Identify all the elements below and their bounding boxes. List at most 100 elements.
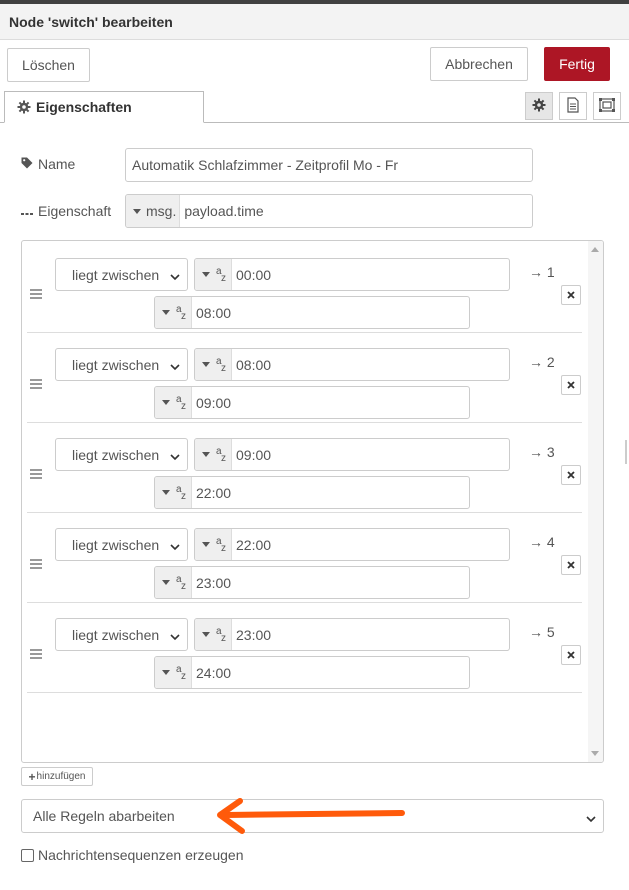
rule-from-input[interactable]: a z 22:00 bbox=[194, 528, 510, 561]
remove-rule-button[interactable] bbox=[561, 645, 581, 665]
rule-row: liegt zwischen a z 08:00 a z 09:00 → 2 bbox=[27, 333, 582, 423]
sequence-checkbox-row[interactable]: Nachrichtensequenzen erzeugen bbox=[21, 847, 243, 863]
tab-properties[interactable]: Eigenschaften bbox=[4, 91, 204, 123]
rule-row: liegt zwischen a z 22:00 a z 23:00 → 4 bbox=[27, 513, 582, 603]
frame-icon bbox=[599, 97, 615, 115]
check-mode-value: Alle Regeln abarbeiten bbox=[33, 808, 175, 824]
name-input[interactable]: Automatik Schlafzimmer - Zeitprofil Mo -… bbox=[125, 148, 533, 182]
rule-to-input[interactable]: a z 24:00 bbox=[154, 656, 470, 689]
rule-operator-select[interactable]: liegt zwischen bbox=[55, 258, 188, 291]
rule-operator-select[interactable]: liegt zwischen bbox=[55, 618, 188, 651]
string-type-icon: az bbox=[176, 573, 186, 592]
close-icon bbox=[567, 651, 575, 659]
rule-to-type-select[interactable]: az bbox=[155, 477, 192, 508]
add-rule-button[interactable]: + hinzufügen bbox=[21, 767, 93, 786]
rule-to-type-select[interactable]: az bbox=[155, 387, 192, 418]
rules-scrollbar[interactable] bbox=[588, 241, 603, 762]
chevron-down-icon bbox=[170, 629, 180, 645]
drag-handle-icon[interactable] bbox=[30, 289, 42, 299]
string-type-icon: az bbox=[176, 663, 186, 682]
scroll-up-icon[interactable] bbox=[591, 247, 599, 252]
rule-output-port: → 2 bbox=[529, 354, 555, 370]
remove-rule-button[interactable] bbox=[561, 465, 581, 485]
string-type-icon: az bbox=[176, 393, 186, 412]
string-type-icon: az bbox=[176, 483, 186, 502]
string-type-icon: az bbox=[176, 303, 186, 322]
ellipsis-icon bbox=[21, 203, 38, 219]
tray-header: Node 'switch' bearbeiten bbox=[0, 4, 629, 40]
caret-down-icon bbox=[202, 362, 210, 367]
string-type-icon: az bbox=[216, 265, 226, 284]
rule-output-port: → 1 bbox=[529, 264, 555, 280]
description-tab-button[interactable] bbox=[559, 92, 587, 120]
drag-handle-icon[interactable] bbox=[30, 649, 42, 659]
chevron-down-icon bbox=[170, 359, 180, 375]
rule-output-port: → 5 bbox=[529, 624, 555, 640]
drag-handle-icon[interactable] bbox=[30, 379, 42, 389]
rule-to-input[interactable]: a z 08:00 bbox=[154, 296, 470, 329]
caret-down-icon bbox=[133, 208, 141, 214]
rule-output-port: → 4 bbox=[529, 534, 555, 550]
rule-to-input[interactable]: a z 22:00 bbox=[154, 476, 470, 509]
rules-list[interactable]: liegt zwischen a z 00:00 a z 08:00 → 1 liegt zwi… bbox=[21, 240, 604, 763]
rule-from-input[interactable]: a z 08:00 bbox=[194, 348, 510, 381]
rule-from-type-select[interactable]: az bbox=[195, 619, 232, 650]
name-input-value: Automatik Schlafzimmer - Zeitprofil Mo -… bbox=[132, 157, 399, 173]
rule-from-type-select[interactable]: az bbox=[195, 259, 232, 290]
gear-icon bbox=[17, 100, 31, 114]
rule-from-input[interactable]: a z 23:00 bbox=[194, 618, 510, 651]
rule-to-type-select[interactable]: az bbox=[155, 567, 192, 598]
caret-down-icon bbox=[202, 542, 210, 547]
chevron-down-icon bbox=[586, 811, 596, 827]
sequence-checkbox[interactable] bbox=[21, 848, 34, 862]
rule-from-type-select[interactable]: az bbox=[195, 349, 232, 380]
close-icon bbox=[567, 381, 575, 389]
cancel-button[interactable]: Abbrechen bbox=[430, 47, 528, 81]
rule-operator-select[interactable]: liegt zwischen bbox=[55, 528, 188, 561]
chevron-down-icon bbox=[170, 539, 180, 555]
gear-icon bbox=[532, 98, 546, 115]
tab-properties-label: Eigenschaften bbox=[36, 99, 132, 115]
remove-rule-button[interactable] bbox=[561, 285, 581, 305]
chevron-down-icon bbox=[170, 449, 180, 465]
string-type-icon: az bbox=[216, 625, 226, 644]
document-icon bbox=[566, 96, 580, 116]
caret-down-icon bbox=[202, 632, 210, 637]
caret-down-icon bbox=[202, 272, 210, 277]
remove-rule-button[interactable] bbox=[561, 555, 581, 575]
tag-icon bbox=[21, 156, 38, 172]
rule-from-input[interactable]: a z 09:00 bbox=[194, 438, 510, 471]
rule-from-type-select[interactable]: az bbox=[195, 439, 232, 470]
remove-rule-button[interactable] bbox=[561, 375, 581, 395]
caret-down-icon bbox=[162, 580, 170, 585]
caret-down-icon bbox=[162, 400, 170, 405]
annotation-arrow bbox=[217, 798, 405, 834]
rule-to-input[interactable]: a z 09:00 bbox=[154, 386, 470, 419]
rule-to-type-select[interactable]: az bbox=[155, 657, 192, 688]
resize-handle[interactable] bbox=[625, 440, 627, 464]
rule-from-input[interactable]: a z 00:00 bbox=[194, 258, 510, 291]
caret-down-icon bbox=[162, 310, 170, 315]
close-icon bbox=[567, 561, 575, 569]
delete-button[interactable]: Löschen bbox=[7, 48, 90, 82]
rule-to-input[interactable]: a z 23:00 bbox=[154, 566, 470, 599]
drag-handle-icon[interactable] bbox=[30, 559, 42, 569]
sequence-label: Nachrichtensequenzen erzeugen bbox=[38, 847, 244, 863]
settings-tab-button[interactable] bbox=[525, 92, 553, 120]
property-input[interactable]: msg. payload.time bbox=[125, 194, 533, 228]
caret-down-icon bbox=[202, 452, 210, 457]
property-value: payload.time bbox=[184, 203, 264, 219]
drag-handle-icon[interactable] bbox=[30, 469, 42, 479]
name-label: Name bbox=[21, 155, 75, 173]
rule-to-type-select[interactable]: az bbox=[155, 297, 192, 328]
scroll-down-icon[interactable] bbox=[591, 751, 599, 756]
appearance-tab-button[interactable] bbox=[593, 92, 621, 120]
string-type-icon: az bbox=[216, 355, 226, 374]
rule-operator-select[interactable]: liegt zwischen bbox=[55, 438, 188, 471]
string-type-icon: az bbox=[216, 445, 226, 464]
rule-from-type-select[interactable]: az bbox=[195, 529, 232, 560]
caret-down-icon bbox=[162, 490, 170, 495]
property-type-select[interactable]: msg. bbox=[126, 195, 181, 227]
rule-operator-select[interactable]: liegt zwischen bbox=[55, 348, 188, 381]
done-button[interactable]: Fertig bbox=[544, 47, 610, 81]
